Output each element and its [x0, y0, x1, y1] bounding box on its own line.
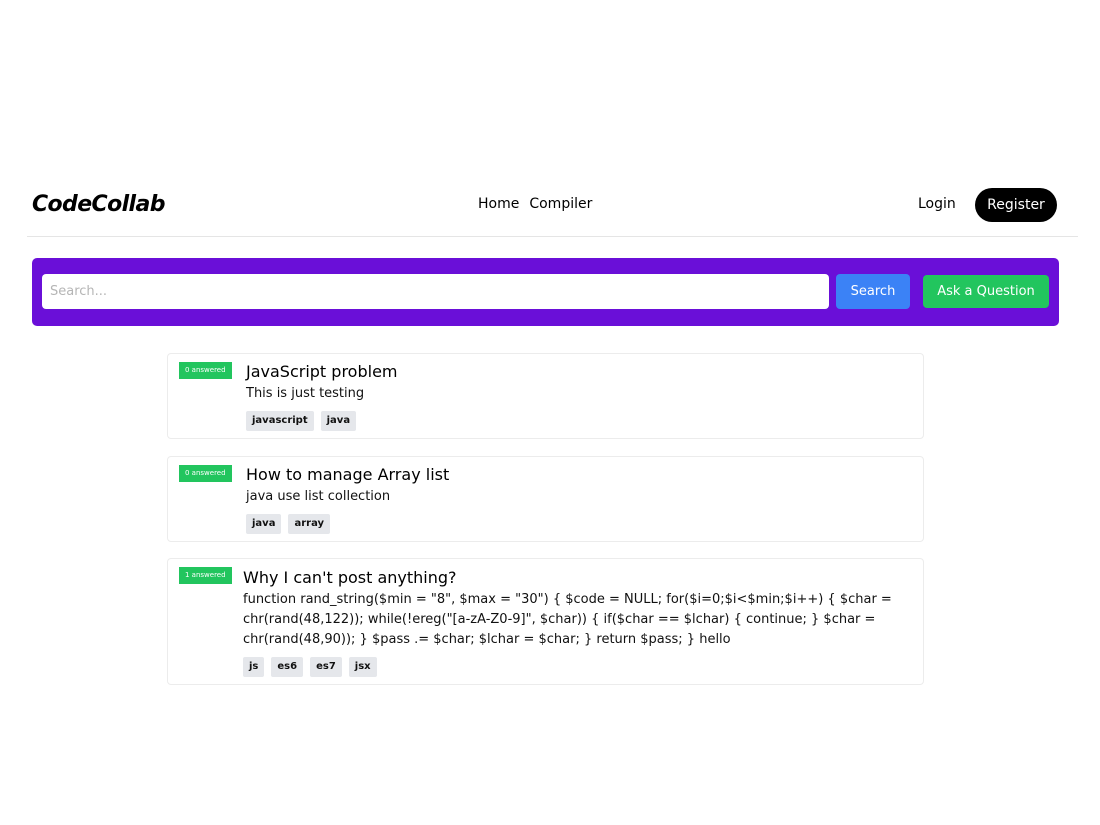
tag-list: javascript java	[246, 411, 357, 431]
navbar: CodeCollab Home Compiler Login Register	[27, 183, 1078, 237]
ask-question-button[interactable]: Ask a Question	[923, 275, 1049, 308]
register-button[interactable]: Register	[975, 188, 1057, 222]
question-title[interactable]: JavaScript problem	[246, 362, 398, 381]
question-card: 0 answered JavaScript problem This is ju…	[167, 353, 924, 439]
tag[interactable]: js	[243, 657, 265, 677]
question-title[interactable]: Why I can't post anything?	[243, 568, 457, 587]
question-title[interactable]: How to manage Array list	[246, 465, 449, 484]
tag[interactable]: array	[288, 514, 331, 534]
tag[interactable]: java	[320, 411, 357, 431]
question-card: 0 answered How to manage Array list java…	[167, 456, 924, 542]
answered-badge: 1 answered	[179, 567, 232, 584]
tag-list: java array	[246, 514, 331, 534]
question-card: 1 answered Why I can't post anything? fu…	[167, 558, 924, 685]
nav-home-link[interactable]: Home	[478, 196, 519, 212]
tag[interactable]: java	[246, 514, 282, 534]
nav-links: Home Compiler	[478, 196, 592, 212]
login-link[interactable]: Login	[918, 196, 956, 212]
tag-list: js es6 es7 jsx	[243, 657, 377, 677]
search-panel: Search Ask a Question	[32, 258, 1059, 326]
question-body: java use list collection	[246, 489, 391, 504]
logo[interactable]: CodeCollab	[32, 192, 165, 217]
tag[interactable]: es7	[310, 657, 342, 677]
answered-badge: 0 answered	[179, 465, 232, 482]
tag[interactable]: es6	[271, 657, 304, 677]
tag[interactable]: jsx	[348, 657, 377, 677]
tag[interactable]: javascript	[246, 411, 314, 431]
answered-badge: 0 answered	[179, 362, 232, 379]
search-button[interactable]: Search	[836, 274, 910, 309]
question-body: function rand_string($min = "8", $max = …	[243, 592, 892, 647]
nav-compiler-link[interactable]: Compiler	[529, 196, 592, 212]
question-body: This is just testing	[246, 386, 365, 401]
search-input[interactable]	[42, 274, 829, 309]
